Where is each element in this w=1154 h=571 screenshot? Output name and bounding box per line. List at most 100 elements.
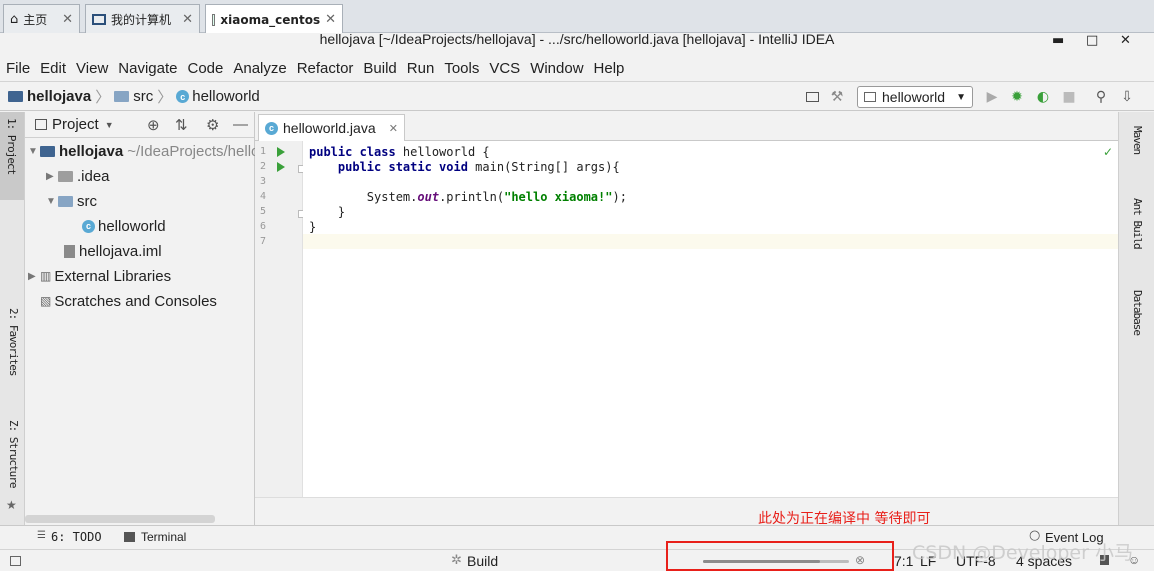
line-number: 1	[260, 146, 267, 157]
menu-file[interactable]: File	[6, 60, 30, 77]
menu-build[interactable]: Build	[363, 60, 396, 77]
run-gutter-icon[interactable]	[277, 162, 285, 172]
list-icon: ☰	[37, 530, 46, 541]
run-icon[interactable]: ▶	[984, 89, 1000, 105]
editor-tab-helloworld[interactable]: c helloworld.java ✕	[258, 114, 405, 141]
menu-navigate[interactable]: Navigate	[118, 60, 177, 77]
menu-tools[interactable]: Tools	[444, 60, 479, 77]
menu-run[interactable]: Run	[407, 60, 435, 77]
chevron-right-icon: 〉	[95, 89, 111, 106]
project-folder-icon	[40, 145, 55, 157]
navigation-bar: hellojava 〉 src 〉 c helloworld	[0, 83, 1154, 111]
search-icon[interactable]: ⚲	[1092, 88, 1110, 106]
structure-stripe-button[interactable]: Z: Structure	[7, 420, 20, 487]
tree-item-idea[interactable]: ▶ .idea	[46, 165, 110, 187]
tree-item-iml[interactable]: hellojava.iml	[64, 240, 162, 262]
run-configuration-select[interactable]: helloworld ▼	[857, 86, 973, 108]
debug-bug-icon[interactable]: ✹	[1008, 88, 1026, 106]
maximize-button[interactable]: □	[1086, 33, 1098, 48]
code-line-5: }	[309, 205, 346, 219]
tree-label: hellojava	[59, 142, 124, 160]
close-icon[interactable]: ✕	[62, 12, 73, 27]
vm-icon	[212, 13, 216, 26]
favorites-stripe-button[interactable]: 2: Favorites	[7, 308, 20, 375]
horizontal-scrollbar[interactable]	[25, 515, 215, 523]
editor-tab-bar: c helloworld.java ✕	[255, 112, 1118, 141]
target-icon[interactable]: ⊕	[147, 116, 160, 134]
tree-item-src[interactable]: ▼ src	[46, 190, 97, 212]
ant-build-stripe-button[interactable]: Ant Build	[1131, 198, 1144, 249]
menu-edit[interactable]: Edit	[40, 60, 66, 77]
watermark-text: CSDN @Developer 小马	[912, 542, 1133, 564]
close-button[interactable]: ✕	[1120, 33, 1131, 48]
vm-tab-home[interactable]: ⌂ 主页 ✕	[3, 4, 80, 33]
tree-label: External Libraries	[54, 267, 172, 285]
expand-arrow-icon: ▼	[28, 145, 38, 157]
chevron-down-icon[interactable]: ▼	[105, 120, 114, 130]
menu-analyze[interactable]: Analyze	[233, 60, 286, 77]
home-icon: ⌂	[10, 11, 19, 27]
run-gutter-icon[interactable]	[277, 147, 285, 157]
maven-stripe-button[interactable]: Maven	[1131, 126, 1144, 154]
database-stripe-button[interactable]: Database	[1131, 290, 1144, 335]
vcs-icon[interactable]: ⇩	[1118, 88, 1136, 106]
line-number: 7	[260, 236, 267, 247]
todo-tool-button[interactable]: 6: TODO	[51, 530, 102, 544]
breadcrumb-project[interactable]: hellojava	[27, 88, 91, 105]
build-hammer-icon[interactable]: ⚒	[829, 89, 845, 105]
java-class-icon: c	[176, 90, 190, 103]
spinner-icon: ✲	[451, 552, 462, 567]
project-stripe-button[interactable]: 1: Project	[0, 112, 24, 200]
breadcrumb-class[interactable]: helloworld	[192, 88, 260, 105]
menu-window[interactable]: Window	[530, 60, 583, 77]
java-class-icon: c	[265, 121, 278, 135]
collapse-arrow-icon: ▶	[28, 270, 36, 282]
caret-position[interactable]: 7:1	[894, 553, 913, 569]
caret-row-highlight	[303, 234, 1118, 249]
collapse-all-icon[interactable]: ⇅	[175, 116, 188, 134]
tree-item-scratches[interactable]: ▧ Scratches and Consoles	[28, 290, 217, 312]
stop-icon[interactable]: ■	[1061, 89, 1077, 105]
code-editor[interactable]: public class helloworld { public static …	[303, 141, 1118, 497]
vm-tab-xiaoma-centos[interactable]: xiaoma_centos ✕	[205, 4, 343, 34]
menu-view[interactable]: View	[76, 60, 108, 77]
minimize-button[interactable]: ▬	[1052, 33, 1064, 48]
folder-icon	[114, 91, 130, 102]
menu-code[interactable]: Code	[187, 60, 223, 77]
hide-icon[interactable]: —	[233, 116, 248, 133]
java-class-icon: c	[82, 219, 95, 233]
code-line-6: }	[309, 220, 317, 234]
window-title: hellojava [~/IdeaProjects/hellojava] - .…	[319, 31, 835, 47]
left-tool-stripe: 1: Project 2: Favorites Z: Structure ★	[0, 112, 25, 525]
config-icon	[864, 92, 876, 102]
menu-refactor[interactable]: Refactor	[297, 60, 354, 77]
close-icon[interactable]: ✕	[325, 12, 336, 27]
gear-icon[interactable]: ⚙	[206, 116, 219, 134]
menu-vcs[interactable]: VCS	[489, 60, 520, 77]
vm-tab-my-computer[interactable]: 我的计算机 ✕	[85, 4, 200, 33]
breadcrumb-src[interactable]: src	[133, 88, 153, 105]
tree-label: Scratches and Consoles	[54, 292, 217, 310]
build-status-text[interactable]: Build	[467, 553, 498, 569]
tree-item-project-root[interactable]: ▼ hellojava ~/IdeaProjects/hellojava	[28, 140, 287, 162]
menu-help[interactable]: Help	[594, 60, 625, 77]
code-line-2: public static void main(String[] args){	[309, 160, 620, 174]
tool-windows-icon[interactable]	[10, 556, 21, 566]
source-folder-icon	[58, 195, 73, 207]
tree-item-external-libraries[interactable]: ▶ ▥ External Libraries	[28, 265, 171, 287]
terminal-tool-button[interactable]: Terminal	[141, 530, 186, 544]
tree-item-helloworld[interactable]: c helloworld	[82, 215, 166, 237]
project-structure-icon[interactable]	[804, 89, 820, 105]
editor-empty-area	[255, 497, 1118, 525]
tree-label: src	[77, 192, 97, 210]
inspection-ok-icon[interactable]: ✓	[1103, 145, 1113, 159]
window-titlebar: hellojava [~/IdeaProjects/hellojava] - .…	[0, 31, 1154, 56]
chevron-down-icon: ▼	[956, 91, 966, 103]
vm-tab-label: xiaoma_centos	[220, 12, 321, 27]
coverage-icon[interactable]: ◐	[1034, 88, 1052, 106]
star-icon: ★	[6, 498, 17, 512]
close-icon[interactable]: ✕	[182, 12, 193, 27]
project-view-select[interactable]: Project	[52, 116, 99, 133]
close-icon[interactable]: ✕	[389, 122, 398, 135]
collapse-arrow-icon: ▶	[46, 170, 54, 182]
